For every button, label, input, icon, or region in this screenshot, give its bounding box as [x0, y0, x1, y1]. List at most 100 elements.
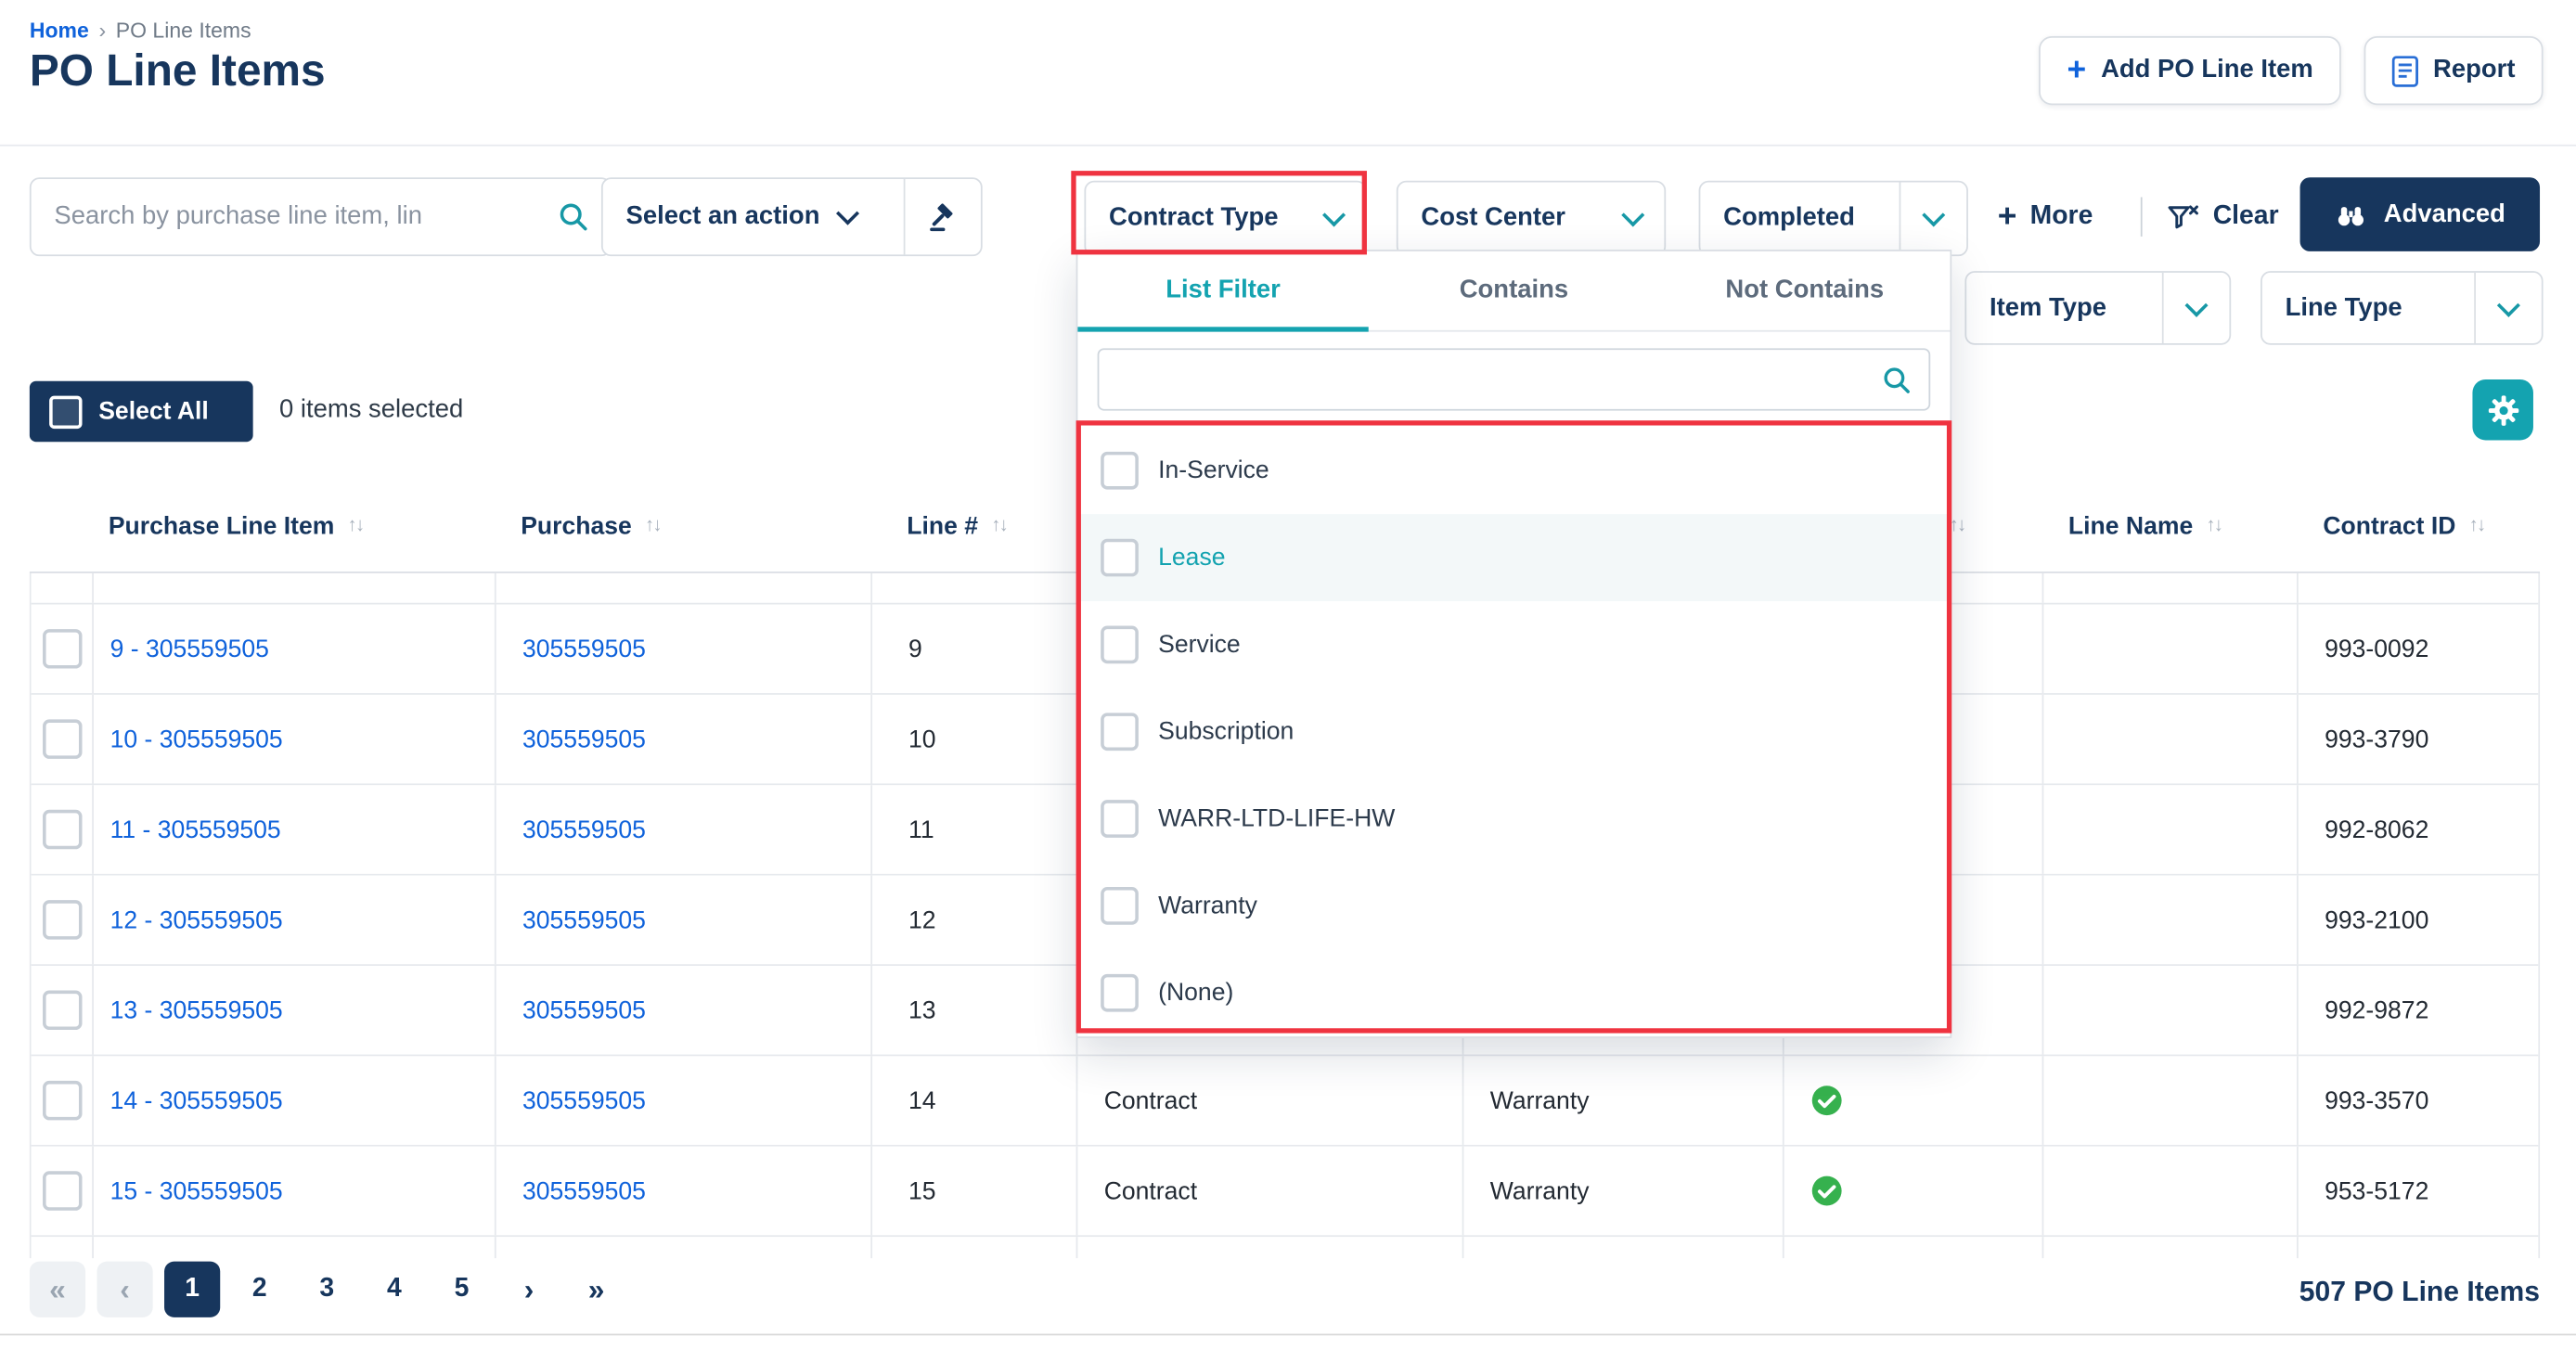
- search-icon[interactable]: [1881, 364, 1913, 395]
- select-all-button[interactable]: Select All: [30, 381, 253, 443]
- option-checkbox[interactable]: [1101, 887, 1139, 925]
- filter-option[interactable]: Warranty: [1077, 862, 1950, 949]
- row-checkbox[interactable]: [42, 1171, 81, 1210]
- purchase-line-item-link[interactable]: 9 - 305559505: [110, 635, 269, 662]
- pagination-page-4[interactable]: 4: [367, 1262, 422, 1317]
- contract-type-filter-panel: List Filter Contains Not Contains In-Ser…: [1076, 250, 1952, 1038]
- option-checkbox[interactable]: [1101, 800, 1139, 838]
- row-checkbox[interactable]: [42, 629, 81, 668]
- sort-icon[interactable]: [348, 516, 364, 535]
- search-icon[interactable]: [557, 200, 589, 233]
- pagination: « ‹ 1 2 3 4 5 › »: [30, 1262, 625, 1317]
- completed-check-icon: [1810, 1084, 1843, 1116]
- purchase-link[interactable]: 305559505: [522, 906, 646, 933]
- contract-type-cell: Warranty: [1490, 1176, 1590, 1204]
- more-filters-button[interactable]: + More: [1998, 181, 2093, 253]
- filter-option[interactable]: WARR-LTD-LIFE-HW: [1077, 776, 1950, 863]
- pagination-page-5[interactable]: 5: [433, 1262, 489, 1317]
- option-label: (None): [1158, 979, 1233, 1007]
- pagination-first-button[interactable]: «: [30, 1262, 85, 1317]
- item-type-filter[interactable]: Item Type: [1964, 271, 2231, 345]
- select-action-label: Select an action: [626, 202, 820, 232]
- completed-filter[interactable]: Completed: [1699, 181, 1968, 256]
- report-button[interactable]: Report: [2364, 36, 2544, 105]
- pagination-page-1[interactable]: 1: [164, 1262, 220, 1317]
- purchase-link[interactable]: 305559505: [522, 1086, 646, 1114]
- clear-filters-button[interactable]: Clear: [2165, 181, 2278, 253]
- table-settings-button[interactable]: [2472, 379, 2533, 441]
- purchase-line-item-link[interactable]: 14 - 305559505: [110, 1086, 283, 1114]
- contract-id-cell: 993-2100: [2325, 906, 2428, 933]
- sort-icon[interactable]: [2469, 516, 2485, 535]
- column-header-purchase-line-item[interactable]: Purchase Line Item: [92, 480, 495, 572]
- chevron-down-icon: [1621, 203, 1644, 226]
- breadcrumb: Home › PO Line Items: [30, 18, 251, 43]
- option-checkbox[interactable]: [1101, 713, 1139, 751]
- filter-options-list: In-Service Lease Service Subscription WA…: [1077, 427, 1950, 1036]
- contract-type-filter[interactable]: Contract Type: [1084, 181, 1367, 256]
- type-cell: Contract: [1104, 1086, 1197, 1114]
- chevron-down-icon: [1922, 203, 1945, 226]
- bulk-action-button[interactable]: [904, 179, 981, 254]
- option-checkbox[interactable]: [1101, 539, 1139, 577]
- purchase-link[interactable]: 305559505: [522, 816, 646, 843]
- option-checkbox[interactable]: [1101, 974, 1139, 1012]
- cost-center-filter[interactable]: Cost Center: [1397, 181, 1666, 256]
- type-cell: Contract: [1104, 1176, 1197, 1204]
- chevron-down-icon: [1322, 203, 1346, 226]
- filter-option[interactable]: Service: [1077, 601, 1950, 688]
- breadcrumb-home-link[interactable]: Home: [30, 18, 89, 43]
- column-header-contract-id[interactable]: Contract ID: [2297, 480, 2540, 572]
- tab-contains[interactable]: Contains: [1369, 251, 1659, 330]
- sort-icon[interactable]: [2206, 516, 2222, 535]
- filter-panel-tabs: List Filter Contains Not Contains: [1077, 251, 1950, 332]
- sort-icon[interactable]: [645, 516, 661, 535]
- line-number-cell: 9: [908, 635, 922, 662]
- page-title: PO Line Items: [30, 46, 326, 97]
- add-po-line-item-button[interactable]: + Add PO Line Item: [2039, 36, 2341, 105]
- row-checkbox[interactable]: [42, 810, 81, 849]
- option-checkbox[interactable]: [1101, 452, 1139, 490]
- purchase-line-item-link[interactable]: 12 - 305559505: [110, 906, 283, 933]
- filter-option[interactable]: In-Service: [1077, 427, 1950, 514]
- binoculars-icon: [2335, 198, 2367, 230]
- pagination-page-3[interactable]: 3: [299, 1262, 354, 1317]
- purchase-line-item-link[interactable]: 15 - 305559505: [110, 1176, 283, 1204]
- line-type-filter[interactable]: Line Type: [2260, 271, 2544, 345]
- sort-icon[interactable]: [991, 516, 1007, 535]
- row-checkbox[interactable]: [42, 991, 81, 1030]
- completed-filter-label: Completed: [1723, 204, 1855, 234]
- pagination-last-button[interactable]: »: [569, 1262, 625, 1317]
- select-all-checkbox[interactable]: [49, 395, 82, 428]
- pagination-page-2[interactable]: 2: [232, 1262, 288, 1317]
- purchase-link[interactable]: 305559505: [522, 996, 646, 1024]
- row-checkbox[interactable]: [42, 1081, 81, 1120]
- column-header-line-number[interactable]: Line #: [870, 480, 1075, 572]
- row-checkbox[interactable]: [42, 719, 81, 758]
- purchase-link[interactable]: 305559505: [522, 726, 646, 753]
- column-header-line-name[interactable]: Line Name: [2042, 480, 2297, 572]
- filter-panel-search-input[interactable]: [1115, 364, 1881, 395]
- line-number-cell: 15: [908, 1176, 936, 1204]
- tab-not-contains[interactable]: Not Contains: [1659, 251, 1950, 330]
- purchase-line-item-link[interactable]: 10 - 305559505: [110, 726, 283, 753]
- column-header-purchase[interactable]: Purchase: [495, 480, 870, 572]
- pagination-next-button[interactable]: ›: [501, 1262, 557, 1317]
- search-bar: [30, 177, 612, 256]
- advanced-search-button[interactable]: Advanced: [2300, 177, 2540, 251]
- option-checkbox[interactable]: [1101, 626, 1139, 664]
- pagination-prev-button[interactable]: ‹: [97, 1262, 152, 1317]
- clear-filter-icon: [2165, 199, 2199, 234]
- toolbar-divider: [2141, 197, 2143, 236]
- tab-list-filter[interactable]: List Filter: [1077, 251, 1368, 330]
- search-input[interactable]: [51, 200, 557, 233]
- purchase-link[interactable]: 305559505: [522, 1176, 646, 1204]
- purchase-line-item-link[interactable]: 13 - 305559505: [110, 996, 283, 1024]
- filter-option[interactable]: Subscription: [1077, 688, 1950, 776]
- purchase-link[interactable]: 305559505: [522, 635, 646, 662]
- row-checkbox[interactable]: [42, 900, 81, 939]
- filter-option[interactable]: Lease: [1077, 514, 1950, 601]
- filter-option[interactable]: (None): [1077, 949, 1950, 1036]
- select-action-dropdown[interactable]: Select an action: [601, 177, 983, 256]
- purchase-line-item-link[interactable]: 11 - 305559505: [110, 816, 281, 843]
